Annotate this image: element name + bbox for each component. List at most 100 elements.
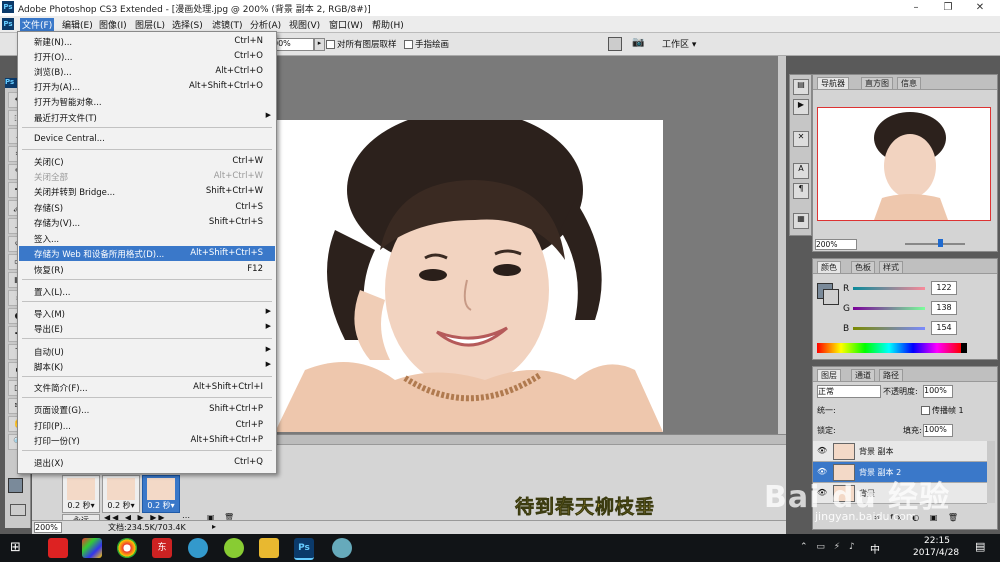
system-tray-icons[interactable]: ⌃ ▭ ⚡ ♪ — [800, 542, 858, 552]
layer-row[interactable]: 👁 背景 副本 — [813, 441, 987, 462]
ie-icon[interactable] — [188, 538, 208, 558]
bridge-icon[interactable]: 📷 — [632, 37, 650, 49]
ps-menu-icon[interactable]: Ps — [2, 18, 14, 30]
menu-item-recent-files[interactable]: 最近打开文件(T) ▶ — [19, 110, 275, 125]
zoom-slider-thumb[interactable] — [938, 239, 943, 247]
quick-mask-icon[interactable] — [10, 504, 26, 516]
opacity-field[interactable]: 100% — [923, 385, 953, 398]
paragraph-panel-icon[interactable]: ¶ — [793, 183, 809, 199]
menu-item-file-info[interactable]: 文件简介(F)... Alt+Shift+Ctrl+I — [19, 380, 275, 395]
tab-histogram[interactable]: 直方图 — [861, 77, 893, 89]
tab-color[interactable]: 颜色 — [817, 261, 841, 273]
g-value-field[interactable]: 138 — [931, 301, 957, 315]
menu-item-revert[interactable]: 恢复(R) F12 — [19, 262, 275, 277]
menu-select[interactable]: 选择(S) — [170, 18, 205, 31]
menu-item-import[interactable]: 导入(M) ▶ — [19, 306, 275, 321]
history-panel-icon[interactable]: ▤ — [793, 79, 809, 95]
tab-info[interactable]: 信息 — [897, 77, 921, 89]
menu-file[interactable]: 文件(F) — [20, 18, 55, 31]
menu-item-save-for-web[interactable]: 存储为 Web 和设备所用格式(D)... Alt+Shift+Ctrl+S — [19, 246, 275, 261]
navigator-zoom-slider[interactable] — [905, 243, 965, 245]
tab-channels[interactable]: 通道 — [851, 369, 875, 381]
menu-item-close-go-bridge[interactable]: 关闭并转到 Bridge... Shift+Ctrl+W — [19, 184, 275, 199]
palette-well-icon[interactable] — [608, 37, 622, 51]
layer-name[interactable]: 背景 副本 — [859, 446, 894, 457]
document-canvas[interactable] — [275, 120, 663, 432]
windows-start-icon[interactable]: ⊞ — [10, 540, 26, 556]
animation-frame-1[interactable]: 0.2 秒▾ — [62, 475, 100, 513]
menu-analysis[interactable]: 分析(A) — [248, 18, 283, 31]
frame-delay[interactable]: 0.2 秒▾ — [143, 500, 179, 511]
app-icon-4[interactable]: 东 — [152, 538, 172, 558]
menu-item-open-smart-object[interactable]: 打开为智能对象... — [19, 94, 275, 109]
tab-layers[interactable]: 图层 — [817, 369, 841, 381]
character-panel-icon[interactable]: A — [793, 163, 809, 179]
clock-time[interactable]: 22:15 — [924, 536, 950, 546]
b-value-field[interactable]: 154 — [931, 321, 957, 335]
doc-size-info[interactable]: 文档:234.5K/703.4K — [108, 522, 186, 533]
bg-color-swatch[interactable] — [823, 289, 839, 305]
menu-edit[interactable]: 编辑(E) — [60, 18, 95, 31]
foreground-color-swatch[interactable] — [8, 478, 23, 493]
menu-item-browse[interactable]: 浏览(B)... Alt+Ctrl+O — [19, 64, 275, 79]
notification-icon[interactable]: ▤ — [975, 540, 985, 553]
app-icon-1[interactable] — [48, 538, 68, 558]
zoom-arrow-icon[interactable]: ▸ — [314, 38, 325, 51]
menu-item-page-setup[interactable]: 页面设置(G)... Shift+Ctrl+P — [19, 402, 275, 417]
menu-item-place[interactable]: 置入(L)... — [19, 284, 275, 299]
clock-date[interactable]: 2017/4/28 — [913, 548, 959, 558]
status-zoom-field[interactable]: 200% — [34, 522, 62, 533]
tab-paths[interactable]: 路径 — [879, 369, 903, 381]
menu-item-export[interactable]: 导出(E) ▶ — [19, 321, 275, 336]
menu-item-device-central[interactable]: Device Central... — [19, 132, 275, 147]
tab-swatches[interactable]: 色板 — [851, 261, 875, 273]
frame-delay[interactable]: 0.2 秒▾ — [63, 500, 99, 511]
blend-mode-select[interactable]: 正常 — [817, 385, 881, 398]
chrome-icon[interactable] — [117, 538, 137, 558]
color-ramp-black[interactable] — [961, 343, 967, 353]
menu-filter[interactable]: 滤镜(T) — [210, 18, 245, 31]
layers-scrollbar[interactable] — [987, 441, 995, 503]
menu-item-exit[interactable]: 退出(X) Ctrl+Q — [19, 455, 275, 470]
navigator-zoom-field[interactable]: 200% — [815, 239, 857, 250]
menu-image[interactable]: 图像(I) — [97, 18, 129, 31]
b-slider[interactable] — [853, 327, 925, 330]
vertical-scrollbar[interactable] — [778, 56, 786, 434]
r-slider[interactable] — [853, 287, 925, 290]
ime-indicator[interactable]: 中 — [870, 541, 880, 556]
photoshop-taskbar-icon[interactable]: Ps — [294, 538, 314, 560]
restore-icon[interactable]: ❐ — [934, 0, 962, 16]
zoom-field[interactable]: 00% — [272, 38, 314, 51]
menu-view[interactable]: 视图(V) — [287, 18, 322, 31]
menu-item-close[interactable]: 关闭(C) Ctrl+W — [19, 154, 275, 169]
menu-layer[interactable]: 图层(L) — [133, 18, 167, 31]
menu-item-print-one-copy[interactable]: 打印一份(Y) Alt+Shift+Ctrl+P — [19, 433, 275, 448]
menu-item-open[interactable]: 打开(O)... Ctrl+O — [19, 49, 275, 64]
workspace-button[interactable]: 工作区 ▾ — [662, 37, 696, 50]
tool-presets-icon[interactable]: ✕ — [793, 131, 809, 147]
tab-navigator[interactable]: 导航器 — [817, 77, 849, 89]
layer-comps-icon[interactable]: ▦ — [793, 213, 809, 229]
tab-styles[interactable]: 样式 — [879, 261, 903, 273]
eye-icon[interactable]: 👁 — [817, 446, 827, 455]
frame-delay[interactable]: 0.2 秒▾ — [103, 500, 139, 511]
sample-all-layers-checkbox[interactable]: 对所有图层取样 — [326, 38, 397, 50]
menu-window[interactable]: 窗口(W) — [327, 18, 365, 31]
menu-item-scripts[interactable]: 脚本(K) ▶ — [19, 359, 275, 374]
menu-item-automate[interactable]: 自动(U) ▶ — [19, 344, 275, 359]
animation-frame-2[interactable]: 0.2 秒▾ — [102, 475, 140, 513]
app-icon-6[interactable] — [224, 538, 244, 558]
r-value-field[interactable]: 122 — [931, 281, 957, 295]
menu-item-new[interactable]: 新建(N)... Ctrl+N — [19, 34, 275, 49]
finger-painting-checkbox[interactable]: 手指绘画 — [404, 38, 449, 50]
app-icon-2[interactable] — [82, 538, 102, 558]
navigator-preview[interactable] — [817, 107, 991, 221]
animation-frame-3[interactable]: 0.2 秒▾ — [142, 475, 180, 513]
menu-item-save[interactable]: 存储(S) Ctrl+S — [19, 200, 275, 215]
menu-help[interactable]: 帮助(H) — [370, 18, 406, 31]
fill-field[interactable]: 100% — [923, 424, 953, 437]
file-explorer-icon[interactable] — [259, 538, 279, 558]
menu-item-save-as[interactable]: 存储为(V)... Shift+Ctrl+S — [19, 215, 275, 230]
menu-item-check-in[interactable]: 签入... — [19, 231, 275, 246]
propagate-frame-checkbox[interactable]: 传播帧 1 — [921, 405, 964, 416]
